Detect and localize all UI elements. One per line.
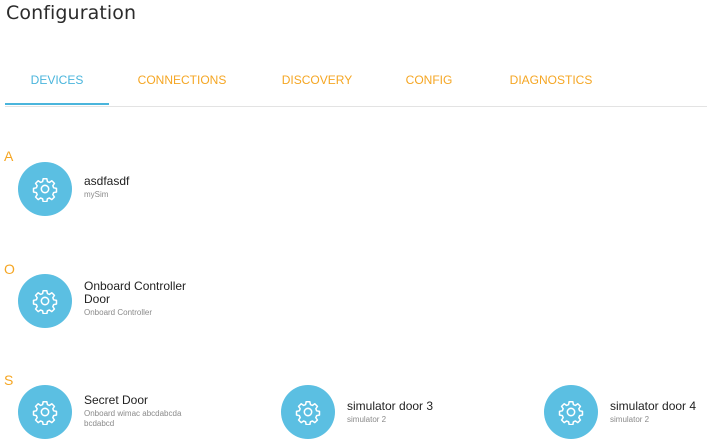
tab-connections[interactable]: CONNECTIONS: [127, 58, 237, 105]
page-title: Configuration: [6, 2, 137, 24]
configuration-page: Configuration DEVICES CONNECTIONS DISCOV…: [0, 0, 707, 444]
device-name: Secret Door: [84, 393, 149, 407]
device-name: simulator door 3: [347, 399, 434, 413]
device-card[interactable]: simulator door 4 simulator 2: [544, 385, 707, 444]
gear-icon: [32, 289, 58, 314]
active-tab-indicator: [5, 103, 109, 105]
gear-icon: [295, 400, 321, 425]
group-letter-o: O: [4, 261, 15, 277]
device-name: simulator door 4: [610, 399, 697, 413]
device-card[interactable]: Secret Door Onboard wimac abcdabcdabcdab…: [18, 385, 238, 444]
device-avatar: [18, 162, 72, 216]
device-card[interactable]: asdfasdf mySim: [18, 162, 238, 222]
device-subtitle: simulator 2: [610, 415, 650, 424]
device-avatar: [18, 274, 72, 328]
tab-discovery[interactable]: DISCOVERY: [271, 58, 363, 105]
group-letter-s: S: [4, 372, 14, 388]
gear-icon: [32, 177, 58, 202]
device-avatar: [544, 385, 598, 439]
gear-icon: [32, 400, 58, 425]
device-subtitle: Onboard Controller: [84, 308, 153, 317]
tab-devices[interactable]: DEVICES: [5, 58, 109, 105]
tab-diagnostics[interactable]: DIAGNOSTICS: [495, 58, 607, 105]
device-avatar: [18, 385, 72, 439]
device-subtitle: mySim: [84, 190, 109, 199]
gear-icon: [558, 400, 584, 425]
device-name: Onboard Controller Door: [84, 279, 187, 306]
device-avatar: [281, 385, 335, 439]
device-card[interactable]: simulator door 3 simulator 2: [281, 385, 501, 444]
group-letter-a: A: [4, 148, 14, 164]
tab-bar: DEVICES CONNECTIONS DISCOVERY CONFIG DIA…: [5, 58, 707, 107]
device-card[interactable]: Onboard Controller Door Onboard Controll…: [18, 274, 238, 334]
device-subtitle: simulator 2: [347, 415, 387, 424]
device-name: asdfasdf: [84, 174, 130, 188]
device-subtitle: Onboard wimac abcdabcdabcdabcd: [84, 409, 182, 428]
tab-config[interactable]: CONFIG: [393, 58, 465, 105]
